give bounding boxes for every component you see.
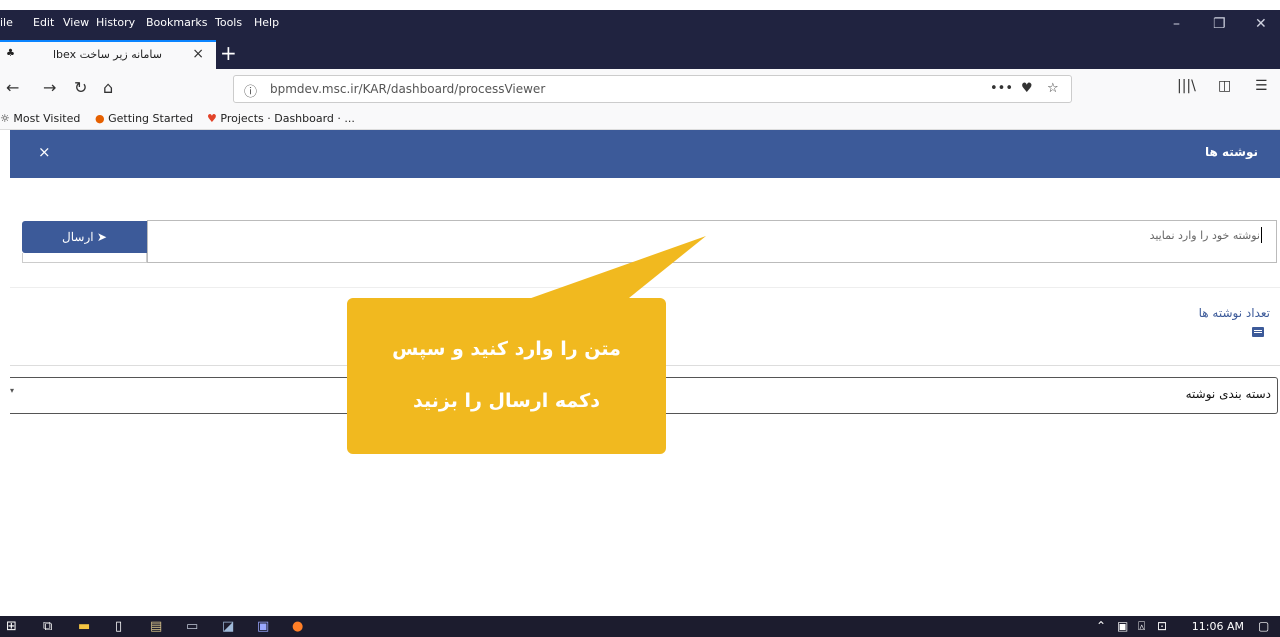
forward-icon[interactable]: → [43, 78, 56, 97]
task-view-icon[interactable]: ⧉ [43, 619, 52, 634]
menu-file[interactable]: ile [0, 16, 13, 29]
menu-view[interactable]: View [63, 16, 89, 29]
file-explorer-icon[interactable]: ▬ [78, 619, 90, 634]
page-actions-icon[interactable]: ••• [990, 81, 1013, 96]
gear-icon: ☼ [0, 112, 10, 125]
firefox-icon: ● [95, 112, 105, 125]
category-select-label: دسته بندی نوشته [1185, 387, 1271, 401]
sidebar-icon[interactable]: ◫ [1218, 78, 1231, 94]
home-icon[interactable]: ⌂ [103, 78, 113, 97]
taskbar: ⊞ ⧉ ▬ ▯ ▤ ▭ ◪ ▣ ● ⌃ ▣ ⍓ ⊡ 11:06 AM ▢ [0, 616, 1280, 637]
instruction-callout: متن را وارد کنید و سپس دکمه ارسال را بزن… [347, 298, 666, 454]
bookmark-most-visited[interactable]: ☼ Most Visited [0, 112, 80, 125]
menu-bookmarks[interactable]: Bookmarks [146, 16, 207, 29]
minimize-icon[interactable]: – [1173, 16, 1180, 32]
tray-usb-icon[interactable]: ⍓ [1138, 619, 1145, 634]
url-text: bpmdev.msc.ir/KAR/dashboard/processViewe… [270, 82, 546, 96]
tray-chevron-icon[interactable]: ⌃ [1096, 619, 1106, 633]
tab-title: سامانه زیر ساخت lbex [53, 48, 162, 61]
close-icon[interactable]: × [38, 143, 51, 161]
callout-line-1: متن را وارد کنید و سپس [392, 338, 621, 360]
intellij-icon[interactable]: ▣ [257, 619, 269, 634]
notepad-icon[interactable]: ▯ [115, 619, 122, 634]
notes-count-label: تعداد نوشته ها [1198, 306, 1270, 320]
send-button[interactable]: ارسال ➤ [22, 221, 147, 253]
reload-icon[interactable]: ↻ [74, 78, 87, 97]
site-info-icon[interactable]: ⓘ [244, 81, 257, 100]
menu-tools[interactable]: Tools [215, 16, 242, 29]
library-icon[interactable]: |||\ [1177, 78, 1196, 94]
network-app-icon[interactable]: ◪ [222, 619, 234, 634]
bookmarks-toolbar: ☼ Most Visited ● Getting Started ♥ Proje… [0, 108, 1280, 130]
note-input[interactable]: نوشته خود را وارد نمایید [147, 220, 1277, 263]
menu-help[interactable]: Help [254, 16, 279, 29]
notification-icon[interactable]: ▢ [1258, 619, 1269, 633]
clock: 11:06 AM [1191, 620, 1244, 633]
menu-hamburger-icon[interactable]: ☰ [1255, 78, 1268, 94]
callout-line-2: دکمه ارسال را بزنید [413, 390, 600, 412]
start-icon[interactable]: ⊞ [6, 619, 17, 634]
tab-active[interactable]: ♣ سامانه زیر ساخت lbex × [0, 40, 216, 69]
tray-vm-icon[interactable]: ▣ [1117, 619, 1128, 633]
menu-edit[interactable]: Edit [33, 16, 54, 29]
gitlab-icon: ♥ [207, 112, 217, 125]
send-button-base [22, 253, 147, 263]
chevron-down-icon: ▾ [10, 386, 15, 395]
panel-header: نوشته ها × [10, 130, 1280, 178]
note-placeholder: نوشته خود را وارد نمایید [1149, 229, 1260, 242]
text-caret [1261, 227, 1262, 243]
editor-icon[interactable]: ▤ [150, 619, 162, 634]
comment-icon [1252, 327, 1264, 337]
url-bar[interactable]: ⓘ bpmdev.msc.ir/KAR/dashboard/processVie… [233, 75, 1072, 103]
bookmark-getting-started[interactable]: ● Getting Started [95, 112, 193, 125]
new-tab-button[interactable]: + [220, 41, 237, 65]
tab-close-icon[interactable]: × [192, 46, 204, 62]
terminal-icon[interactable]: ▭ [186, 619, 198, 634]
site-favicon: ♣ [6, 48, 15, 59]
panel-title: نوشته ها [1204, 145, 1258, 159]
bookmark-star-icon[interactable]: ☆ [1047, 81, 1059, 96]
back-icon[interactable]: ← [6, 78, 19, 97]
restore-icon[interactable]: ❐ [1213, 16, 1226, 32]
pocket-icon[interactable]: ♥ [1021, 81, 1033, 96]
callout-pointer [520, 236, 706, 302]
browser-menubar: ile Edit View History Bookmarks Tools He… [0, 10, 1280, 40]
window-close-icon[interactable]: ✕ [1255, 16, 1267, 32]
tray-network-icon[interactable]: ⊡ [1157, 619, 1167, 633]
bookmark-projects[interactable]: ♥ Projects · Dashboard · ... [207, 112, 355, 125]
menu-history[interactable]: History [96, 16, 135, 29]
firefox-taskbar-icon[interactable]: ● [292, 619, 303, 634]
